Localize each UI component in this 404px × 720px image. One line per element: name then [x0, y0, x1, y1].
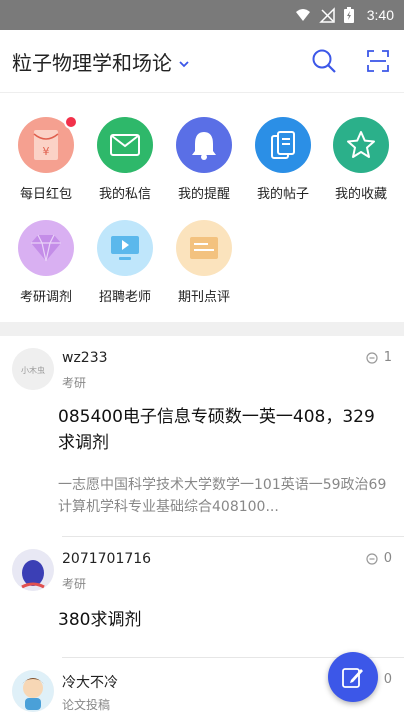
shortcut-label: 招聘老师	[98, 290, 151, 305]
shortcut-reminders[interactable]: 我的提醒	[164, 93, 244, 202]
shortcut-icon-bg	[97, 220, 153, 276]
shortcut-label: 我的帖子	[256, 187, 309, 202]
post-category: 考研	[62, 376, 87, 390]
post-excerpt: 一志愿中国科学技术大学数学一101英语一59政治69计算机学科专业基础综合408…	[58, 477, 387, 515]
envelope-icon	[110, 134, 140, 156]
shortcut-icon-bg	[97, 117, 153, 173]
shortcut-icon-bg	[255, 117, 311, 173]
post-username[interactable]: 2071701716	[62, 551, 151, 567]
shortcut-recruit-teachers[interactable]: 招聘老师	[85, 196, 165, 305]
svg-text:小木虫: 小木虫	[21, 365, 45, 375]
search-button[interactable]	[310, 47, 338, 75]
status-bar: 3:40	[0, 0, 404, 30]
reply-count: 0	[366, 551, 392, 566]
wifi-icon	[295, 7, 311, 23]
diamond-icon	[31, 234, 61, 262]
shortcut-label: 期刊点评	[177, 290, 230, 305]
compose-post-button[interactable]	[328, 652, 378, 702]
post-category: 考研	[62, 577, 87, 591]
red-envelope-icon: ¥	[33, 130, 59, 160]
shortcut-grad-transfer[interactable]: 考研调剂	[6, 196, 86, 305]
forum-title[interactable]: 粒子物理学和场论	[12, 47, 172, 76]
scan-button[interactable]	[364, 47, 392, 75]
shortcut-label: 考研调剂	[19, 290, 72, 305]
avatar[interactable]: 小木虫	[12, 348, 54, 390]
shortcut-icon-bg	[18, 220, 74, 276]
avatar[interactable]	[12, 670, 54, 712]
scan-icon	[367, 50, 389, 72]
shortcut-daily-red-packet[interactable]: ¥ 每日红包	[6, 93, 86, 202]
section-divider	[0, 322, 404, 336]
reply-count-value: 1	[383, 350, 392, 365]
shortcut-favorites[interactable]: 我的收藏	[321, 93, 401, 202]
svg-text:¥: ¥	[43, 145, 50, 158]
shortcut-icon-bg	[176, 117, 232, 173]
shortcut-private-messages[interactable]: 我的私信	[85, 93, 165, 202]
battery-icon	[343, 7, 359, 23]
shortcut-grid: ¥ 每日红包 我的私信 我的提醒 我的帖子 我的收藏 考研调剂 招聘老师 期刊点…	[0, 92, 404, 322]
documents-icon	[271, 131, 295, 159]
search-icon	[312, 49, 336, 73]
bell-icon	[192, 132, 216, 160]
post-category: 论文投稿	[62, 698, 111, 712]
comment-icon	[366, 552, 378, 565]
post-item[interactable]: 小木虫 wz233 考研 1 085400电子信息专硕数一英一408，329求调…	[0, 336, 404, 536]
post-item[interactable]: 2071701716 考研 0 380求调剂	[0, 537, 404, 657]
notification-dot	[64, 115, 78, 129]
chevron-down-icon[interactable]	[178, 55, 190, 68]
shortcut-icon-bg: ¥	[18, 115, 78, 173]
shortcut-label: 我的收藏	[334, 187, 387, 202]
shortcut-icon-bg	[333, 117, 389, 173]
reply-count: 1	[366, 350, 392, 365]
shortcut-my-posts[interactable]: 我的帖子	[243, 93, 323, 202]
shortcut-journal-reviews[interactable]: 期刊点评	[164, 196, 244, 305]
post-title[interactable]: 085400电子信息专硕数一英一408，329求调剂	[58, 404, 388, 456]
avatar[interactable]	[12, 549, 54, 591]
signal-icon	[318, 7, 335, 23]
monitor-play-icon	[111, 236, 139, 260]
post-username[interactable]: 冷大不冷	[62, 672, 118, 692]
status-time: 3:40	[366, 7, 394, 23]
star-icon	[347, 131, 375, 158]
reply-count-value: 0	[383, 551, 392, 566]
post-title[interactable]: 380求调剂	[58, 607, 388, 633]
shortcut-icon-bg	[176, 220, 232, 276]
top-bar: 粒子物理学和场论	[0, 30, 404, 92]
edit-icon	[342, 668, 363, 688]
card-icon	[190, 237, 218, 259]
comment-icon	[366, 351, 378, 364]
reply-count-value: 0	[383, 672, 392, 687]
post-username[interactable]: wz233	[62, 350, 108, 366]
